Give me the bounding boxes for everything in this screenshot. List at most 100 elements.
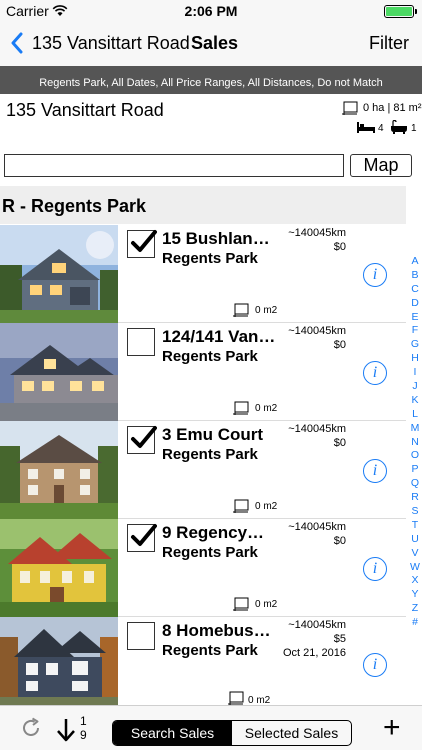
index-letter[interactable]: C — [408, 283, 422, 297]
house-photo — [0, 225, 118, 323]
index-letter[interactable]: Y — [408, 588, 422, 602]
listing-suburb: Regents Park — [162, 642, 258, 659]
info-icon[interactable]: i — [363, 361, 387, 385]
back-chevron-icon[interactable] — [10, 32, 24, 59]
area-icon — [233, 499, 249, 518]
select-checkbox[interactable] — [127, 622, 155, 650]
listing-row[interactable]: 8 Homebus… Regents Park ~140045km $5 Oct… — [0, 617, 406, 706]
sales-segmented-control: Search Sales Selected Sales — [112, 720, 352, 746]
select-checkbox[interactable] — [127, 524, 157, 552]
section-index[interactable]: A B C D E F G H I J K L M N O P Q R S T U V W X Y Z # — [408, 255, 422, 630]
index-letter[interactable]: P — [408, 463, 422, 477]
listing-title: 124/141 Van… — [162, 327, 276, 346]
page-title: Sales — [191, 33, 239, 53]
listing-price: $0 — [333, 535, 346, 547]
listing-suburb: Regents Park — [162, 446, 258, 463]
listing-suburb: Regents Park — [162, 250, 258, 267]
listing-suburb: Regents Park — [162, 544, 258, 561]
index-letter[interactable]: U — [408, 533, 422, 547]
clock: 2:06 PM — [184, 3, 238, 19]
filter-summary: Regents Park, All Dates, All Price Range… — [0, 66, 422, 94]
area-icon — [233, 401, 249, 420]
listing-distance: ~140045km — [288, 423, 346, 435]
bottom-toolbar: 1 9 Search Sales Selected Sales + — [0, 705, 422, 750]
index-letter[interactable]: V — [408, 547, 422, 561]
listing-price: $0 — [333, 241, 346, 253]
navigation-bar: 135 Vansittart Road Sales Filter — [0, 22, 422, 66]
listing-row[interactable]: 15 Bushlan… Regents Park ~140045km $0 i … — [0, 225, 406, 323]
selected-sales-tab[interactable]: Selected Sales — [232, 721, 351, 745]
listing-title: 3 Emu Court — [162, 425, 264, 444]
info-icon[interactable]: i — [363, 263, 387, 287]
sort-order-bottom: 9 — [80, 728, 87, 742]
listing-distance: ~140045km — [288, 619, 346, 631]
listing-row[interactable]: 124/141 Van… Regents Park ~140045km $0 i… — [0, 323, 406, 421]
listing-distance: ~140045km — [288, 521, 346, 533]
search-input[interactable] — [4, 154, 344, 177]
listing-price: $0 — [333, 437, 346, 449]
battery-icon — [384, 5, 417, 18]
status-bar: Carrier 2:06 PM — [0, 0, 422, 22]
index-letter[interactable]: X — [408, 574, 422, 588]
index-letter[interactable]: # — [408, 616, 422, 630]
index-letter[interactable]: E — [408, 311, 422, 325]
bed-icon — [357, 120, 375, 138]
map-button[interactable]: Map — [350, 154, 412, 177]
info-icon[interactable]: i — [363, 653, 387, 677]
select-checkbox[interactable] — [127, 230, 157, 258]
index-letter[interactable]: S — [408, 505, 422, 519]
add-button[interactable]: + — [383, 711, 401, 745]
index-letter[interactable]: Z — [408, 602, 422, 616]
index-letter[interactable]: O — [408, 449, 422, 463]
select-checkbox[interactable] — [127, 426, 157, 454]
index-letter[interactable]: N — [408, 436, 422, 450]
house-photo — [0, 519, 118, 617]
index-letter[interactable]: Q — [408, 477, 422, 491]
index-letter[interactable]: F — [408, 324, 422, 338]
listing-title: 8 Homebus… — [162, 621, 271, 640]
back-button-label[interactable]: 135 Vansittart Road — [32, 33, 190, 54]
listing-area: 0 m2 — [255, 403, 278, 414]
listing-price: $5 — [333, 633, 346, 645]
listing-area: 0 m2 — [255, 599, 278, 610]
info-icon[interactable]: i — [363, 459, 387, 483]
index-letter[interactable]: H — [408, 352, 422, 366]
filter-button[interactable]: Filter — [369, 33, 409, 54]
listing-row[interactable]: 3 Emu Court Regents Park ~140045km $0 i … — [0, 421, 406, 519]
listing-price: $0 — [333, 339, 346, 351]
listing-title: 15 Bushlan… — [162, 229, 270, 248]
info-icon[interactable]: i — [363, 557, 387, 581]
index-letter[interactable]: D — [408, 297, 422, 311]
index-letter[interactable]: T — [408, 519, 422, 533]
index-letter[interactable]: W — [408, 561, 422, 575]
index-letter[interactable]: R — [408, 491, 422, 505]
listing-row[interactable]: 9 Regency… Regents Park ~140045km $0 i 0… — [0, 519, 406, 617]
house-photo — [0, 617, 118, 705]
bathroom-count: 1 — [411, 123, 417, 134]
listing-distance: ~140045km — [288, 227, 346, 239]
sort-down-arrow-icon[interactable] — [56, 717, 76, 748]
refresh-icon[interactable] — [20, 717, 42, 744]
index-letter[interactable]: A — [408, 255, 422, 269]
search-sales-tab[interactable]: Search Sales — [113, 721, 232, 745]
area-icon — [233, 597, 249, 616]
property-area: 0 ha | 81 m² — [363, 102, 422, 114]
listing-date: Oct 21, 2016 — [283, 647, 346, 659]
index-letter[interactable]: G — [408, 338, 422, 352]
listing-suburb: Regents Park — [162, 348, 258, 365]
area-icon — [233, 303, 249, 322]
sort-order-top: 1 — [80, 714, 87, 728]
index-letter[interactable]: J — [408, 380, 422, 394]
bathtub-icon — [390, 119, 408, 139]
index-letter[interactable]: L — [408, 408, 422, 422]
index-letter[interactable]: K — [408, 394, 422, 408]
index-letter[interactable]: I — [408, 366, 422, 380]
index-letter[interactable]: B — [408, 269, 422, 283]
select-checkbox[interactable] — [127, 328, 155, 356]
listing-area: 0 m2 — [255, 501, 278, 512]
property-address: 135 Vansittart Road — [6, 100, 164, 120]
area-icon — [342, 101, 358, 120]
house-photo — [0, 323, 118, 421]
index-letter[interactable]: M — [408, 422, 422, 436]
bedroom-count: 4 — [378, 123, 384, 134]
